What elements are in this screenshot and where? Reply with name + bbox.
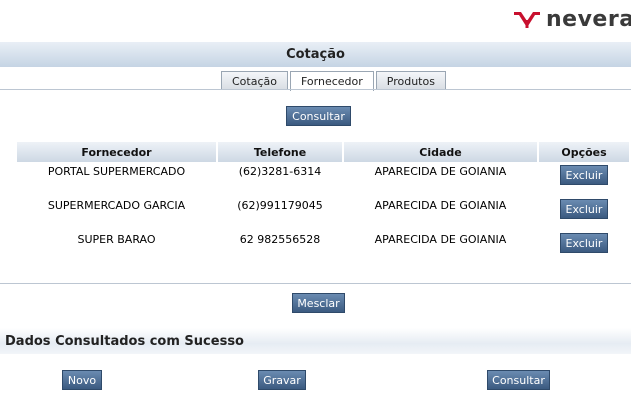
excluir-button[interactable]: Excluir — [560, 165, 608, 185]
cell-fornecedor: SUPER BARAO — [77, 233, 156, 246]
status-bar: Dados Consultados com Sucesso — [0, 328, 631, 354]
mesclar-button[interactable]: Mesclar — [292, 293, 345, 313]
table-row: PORTAL SUPERMERCADO (62)3281-6314 APAREC… — [17, 162, 629, 196]
column-header-telefone: Telefone — [218, 142, 342, 162]
tab-produtos[interactable]: Produtos — [375, 71, 446, 90]
tab-cotacao[interactable]: Cotação — [221, 71, 288, 90]
page-title: Cotação — [286, 47, 345, 62]
cell-telefone: 62 982556528 — [239, 233, 321, 246]
cell-opcoes: Excluir — [539, 230, 629, 264]
column-header-fornecedor: Fornecedor — [17, 142, 216, 162]
excluir-button[interactable]: Excluir — [560, 233, 608, 253]
cell-cidade: APARECIDA DE GOIANIA — [374, 199, 507, 212]
cell-fornecedor: SUPERMERCADO GARCIA — [47, 199, 186, 212]
status-message: Dados Consultados com Sucesso — [5, 333, 244, 349]
cell-fornecedor: PORTAL SUPERMERCADO — [47, 165, 186, 178]
cell-opcoes: Excluir — [539, 196, 629, 230]
consultar-fornecedor-button[interactable]: Consultar — [286, 106, 351, 126]
section-divider — [0, 283, 631, 284]
consultar-button[interactable]: Consultar — [487, 370, 550, 390]
table-row: SUPERMERCADO GARCIA (62)991179045 APAREC… — [17, 196, 629, 230]
page-title-bar: Cotação — [0, 42, 631, 67]
tab-divider — [0, 89, 631, 90]
column-header-opcoes: Opções — [539, 142, 629, 162]
cell-telefone: (62)3281-6314 — [238, 165, 322, 178]
table-row: SUPER BARAO 62 982556528 APARECIDA DE GO… — [17, 230, 629, 264]
excluir-button[interactable]: Excluir — [560, 199, 608, 219]
cell-telefone: (62)991179045 — [237, 199, 323, 212]
cell-cidade: APARECIDA DE GOIANIA — [374, 233, 507, 246]
column-header-cidade: Cidade — [344, 142, 537, 162]
tab-strip: Cotação Fornecedor Produtos — [221, 71, 448, 91]
brand-name: nevera — [546, 6, 631, 32]
nevera-logo-icon — [514, 12, 540, 28]
brand-logo: nevera — [512, 6, 631, 32]
fornecedor-table: Fornecedor Telefone Cidade Opções PORTAL… — [15, 142, 631, 264]
tab-fornecedor[interactable]: Fornecedor — [289, 71, 374, 91]
cell-opcoes: Excluir — [539, 162, 629, 196]
cell-cidade: APARECIDA DE GOIANIA — [374, 165, 507, 178]
gravar-button[interactable]: Gravar — [258, 370, 306, 390]
novo-button[interactable]: Novo — [62, 370, 102, 390]
